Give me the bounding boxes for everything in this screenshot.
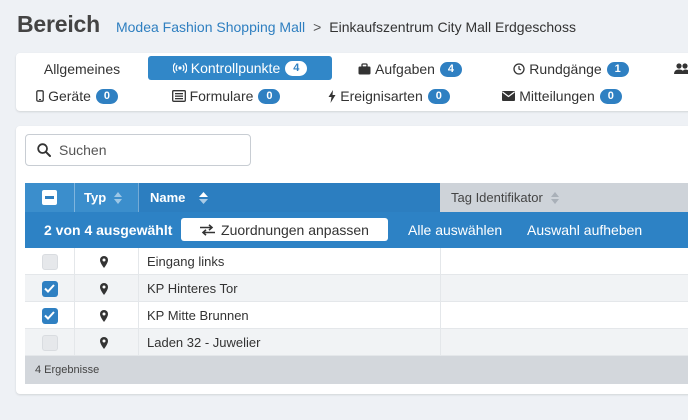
selection-bar: 2 von 4 ausgewählt Zuordnungen anpassen … [25,212,688,248]
map-marker-icon [99,282,108,295]
column-label: Typ [84,190,107,205]
row-checkbox[interactable] [41,307,58,324]
tab-label: Allgemeines [43,61,121,77]
button-label: Zuordnungen anpassen [221,221,369,238]
tab-badge: 0 [599,88,622,104]
row-checkbox[interactable] [41,253,58,270]
row-type-cell [74,248,138,275]
map-marker-icon [99,336,108,349]
tab-label: Formulare [189,88,254,104]
search-box[interactable] [25,134,251,166]
row-type-cell [74,275,138,302]
breadcrumb-link[interactable]: Modea Fashion Shopping Mall [116,19,305,35]
tab-badge: 1 [606,61,629,77]
tab-users[interactable] [674,57,688,81]
users-icon [674,63,688,75]
tab-aufgaben[interactable]: Aufgaben 4 [349,57,471,81]
tabs-panel: Allgemeines Kontrollpunkte 4 Aufgaben 4 … [16,53,688,111]
briefcase-icon [358,63,371,75]
tab-label: Mitteilungen [519,88,595,104]
table-row[interactable]: Laden 32 - Juwelier [25,329,688,356]
adjust-assignments-button[interactable]: Zuordnungen anpassen [181,218,388,241]
exchange-icon [200,223,216,236]
row-checkbox[interactable] [41,280,58,297]
column-tag[interactable]: Tag Identifikator [440,183,688,212]
row-name: KP Mitte Brunnen [138,302,440,329]
select-all-header[interactable] [25,183,74,212]
search-icon [37,143,51,157]
tab-label: Rundgänge [529,61,602,77]
content-panel: Typ Name Tag Identifikator 2 von 4 ausge… [16,126,688,394]
row-tag [440,329,688,356]
row-select-cell [25,329,74,356]
sort-icon [114,191,123,204]
envelope-icon [502,91,516,101]
column-label: Name [150,190,186,205]
clock-icon [513,63,525,75]
row-select-cell [25,275,74,302]
column-name[interactable]: Name [138,183,440,212]
row-select-cell [25,248,74,275]
tab-kontrollpunkte[interactable]: Kontrollpunkte 4 [148,56,332,80]
table-footer: 4 Ergebnisse [25,356,688,384]
breadcrumb-separator: > [313,19,322,35]
search-input[interactable] [57,141,231,159]
row-tag [440,248,688,275]
row-type-cell [74,302,138,329]
tab-label: Kontrollpunkte [190,60,281,76]
tab-formulare[interactable]: Formulare 0 [165,84,287,108]
breadcrumb-current: Einkaufszentrum City Mall Erdgeschoss [329,19,576,35]
tab-ereignisarten[interactable]: Ereignisarten 0 [322,84,456,108]
row-select-cell [25,302,74,329]
tab-badge: 0 [95,88,118,104]
table-row[interactable]: KP Hinteres Tor [25,275,688,302]
tab-badge: 4 [439,61,462,77]
sort-icon [550,191,559,204]
row-tag [440,302,688,329]
map-marker-icon [99,255,108,268]
list-alt-icon [171,90,186,102]
broadcast-icon [172,62,187,74]
tab-label: Geräte [48,88,91,104]
tab-label: Aufgaben [375,61,435,77]
tab-badge: 0 [258,88,281,104]
table-header: Typ Name Tag Identifikator [25,183,688,212]
select-all-button[interactable]: Alle auswählen [408,222,502,238]
tab-badge: 0 [427,88,450,104]
row-name: Eingang links [138,248,440,275]
tab-label: Ereignisarten [340,88,423,104]
page-title: Bereich [17,11,100,37]
row-type-cell [74,329,138,356]
selection-count: 2 von 4 ausgewählt [44,222,173,238]
column-label: Tag Identifikator [451,190,543,205]
check-icon [44,284,55,293]
mobile-icon [36,90,44,102]
results-count: 4 Ergebnisse [35,364,100,376]
tab-mitteilungen[interactable]: Mitteilungen 0 [498,84,626,108]
sort-ascending-icon [199,191,209,204]
deselect-button[interactable]: Auswahl aufheben [527,222,642,238]
row-name: Laden 32 - Juwelier [138,329,440,356]
deselect-all-checkbox[interactable] [42,190,57,205]
row-name: KP Hinteres Tor [138,275,440,302]
page-header: Bereich Modea Fashion Shopping Mall > Ei… [17,11,576,38]
column-typ[interactable]: Typ [74,183,138,212]
map-marker-icon [99,309,108,322]
row-tag [440,275,688,302]
check-icon [44,311,55,320]
tab-rundgaenge[interactable]: Rundgänge 1 [505,57,637,81]
tab-geraete[interactable]: Geräte 0 [30,84,124,108]
row-checkbox[interactable] [41,334,58,351]
tab-allgemeines[interactable]: Allgemeines [30,57,134,81]
tab-badge: 4 [285,60,308,76]
table-row[interactable]: KP Mitte Brunnen [25,302,688,329]
table-row[interactable]: Eingang links [25,248,688,275]
bolt-icon [328,89,336,103]
